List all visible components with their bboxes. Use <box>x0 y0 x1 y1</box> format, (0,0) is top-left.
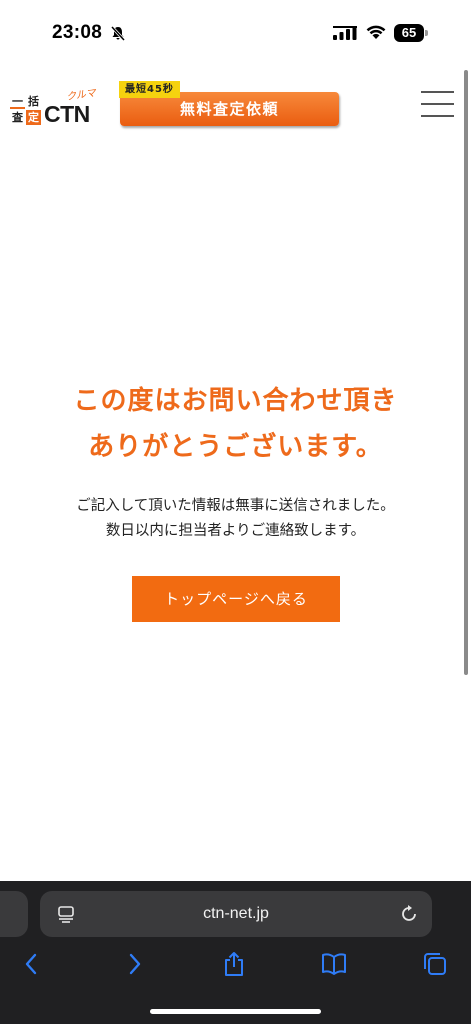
address-bar[interactable]: ctn-net.jp <box>40 891 432 937</box>
hamburger-menu-icon[interactable] <box>421 90 455 118</box>
thanks-message: ご記入して頂いた情報は無事に送信されました。 数日以内に担当者よりご連絡致します… <box>0 494 471 544</box>
browser-toolbar: ctn-net.jp <box>0 881 471 1024</box>
thanks-title: この度はお問い合わせ頂き ありがとうございます。 <box>0 378 471 470</box>
share-icon[interactable] <box>221 951 247 977</box>
menu-bar-bottom <box>421 115 454 117</box>
thanks-title-line-2: ありがとうございます。 <box>88 432 383 462</box>
battery-icon: 65 <box>394 24 428 42</box>
tabs-icon[interactable] <box>422 951 448 977</box>
status-bar: 23:08 65 <box>0 0 471 62</box>
wifi-icon <box>366 25 386 39</box>
back-chevron-icon[interactable] <box>19 951 45 977</box>
bookmarks-icon[interactable] <box>321 951 347 977</box>
thanks-message-line-2: 数日以内に担当者よりご連絡致します。 <box>105 523 366 539</box>
site-header: 一 括 査 定 CTN クルマ 最短45秒 無料査定依頼 <box>0 70 471 140</box>
reload-icon[interactable] <box>399 904 419 924</box>
page-scrollbar[interactable] <box>464 70 468 675</box>
forward-chevron-icon[interactable] <box>121 951 147 977</box>
battery-tip <box>425 30 428 36</box>
logo-char-4: 定 <box>26 110 41 125</box>
bell-muted-icon <box>110 25 126 41</box>
home-indicator <box>150 1009 321 1014</box>
logo-char-2: 括 <box>26 94 41 109</box>
logo-char-1: 一 <box>10 94 25 109</box>
url-text: ctn-net.jp <box>203 905 269 922</box>
status-time: 23:08 <box>52 22 103 43</box>
logo-brand: CTN <box>44 101 90 127</box>
menu-bar-top <box>421 91 454 93</box>
back-to-top-page-button[interactable]: トップページへ戻る <box>132 576 340 622</box>
cta-badge: 最短45秒 <box>119 81 180 98</box>
previous-tab-peek[interactable] <box>0 891 28 937</box>
logo-char-3: 査 <box>10 110 25 125</box>
thanks-title-line-1: この度はお問い合わせ頂き <box>73 386 398 416</box>
menu-bar-middle <box>421 103 454 105</box>
site-logo[interactable]: 一 括 査 定 CTN クルマ <box>10 86 102 127</box>
signal-icon <box>333 26 357 40</box>
logo-sub: クルマ <box>65 87 97 103</box>
battery-level: 65 <box>394 24 424 42</box>
thanks-message-line-1: ご記入して頂いた情報は無事に送信されました。 <box>76 498 395 514</box>
